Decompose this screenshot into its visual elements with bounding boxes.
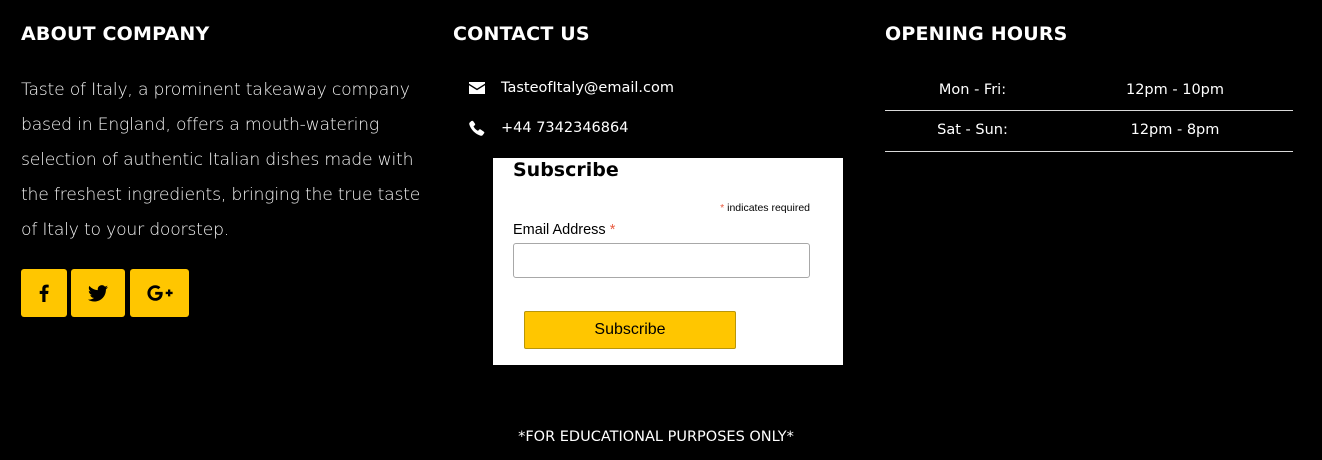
contact-email-link[interactable]: TasteofItaly@email.com bbox=[501, 80, 674, 96]
envelope-icon bbox=[467, 78, 487, 98]
subscribe-heading: Subscribe bbox=[513, 159, 619, 181]
about-company-heading: ABOUT COMPANY bbox=[21, 23, 210, 45]
about-company-text: Taste of Italy, a prominent takeaway com… bbox=[21, 80, 421, 240]
subscribe-button[interactable]: Subscribe bbox=[524, 311, 736, 349]
twitter-button[interactable] bbox=[71, 269, 125, 317]
subscribe-form: Subscribe * indicates required Email Add… bbox=[493, 158, 843, 365]
google-plus-button[interactable] bbox=[130, 269, 189, 317]
contact-phone-row: +44 7342346864 bbox=[467, 117, 628, 139]
contact-email-row: TasteofItaly@email.com bbox=[467, 77, 674, 99]
required-asterisk: * bbox=[720, 202, 725, 214]
hours-row-weekdays: Mon - Fri: 12pm - 10pm bbox=[885, 71, 1293, 111]
hours-row-weekend: Sat - Sun: 12pm - 8pm bbox=[885, 111, 1293, 152]
hours-time: 12pm - 8pm bbox=[1130, 122, 1220, 138]
email-address-label-text: Email Address bbox=[513, 222, 606, 238]
facebook-icon bbox=[39, 284, 49, 302]
hours-time: 12pm - 10pm bbox=[1125, 82, 1224, 98]
google-plus-icon bbox=[146, 285, 173, 301]
email-required-asterisk: * bbox=[609, 222, 616, 238]
email-address-label: Email Address * bbox=[513, 222, 615, 238]
opening-hours-heading: OPENING HOURS bbox=[885, 23, 1068, 45]
hours-day: Mon - Fri: bbox=[938, 82, 1007, 98]
phone-icon bbox=[467, 118, 487, 138]
required-note-text: indicates required bbox=[727, 202, 810, 214]
twitter-icon bbox=[88, 284, 108, 302]
facebook-button[interactable] bbox=[21, 269, 67, 317]
required-indicator-note: * indicates required bbox=[720, 202, 810, 214]
opening-hours-table: Mon - Fri: 12pm - 10pm Sat - Sun: 12pm -… bbox=[885, 71, 1293, 152]
contact-us-heading: CONTACT US bbox=[453, 23, 590, 45]
email-address-input[interactable] bbox=[513, 243, 810, 278]
contact-phone-number[interactable]: +44 7342346864 bbox=[501, 120, 628, 136]
hours-day: Sat - Sun: bbox=[937, 122, 1008, 138]
educational-purposes-note: *FOR EDUCATIONAL PURPOSES ONLY* bbox=[518, 429, 794, 445]
